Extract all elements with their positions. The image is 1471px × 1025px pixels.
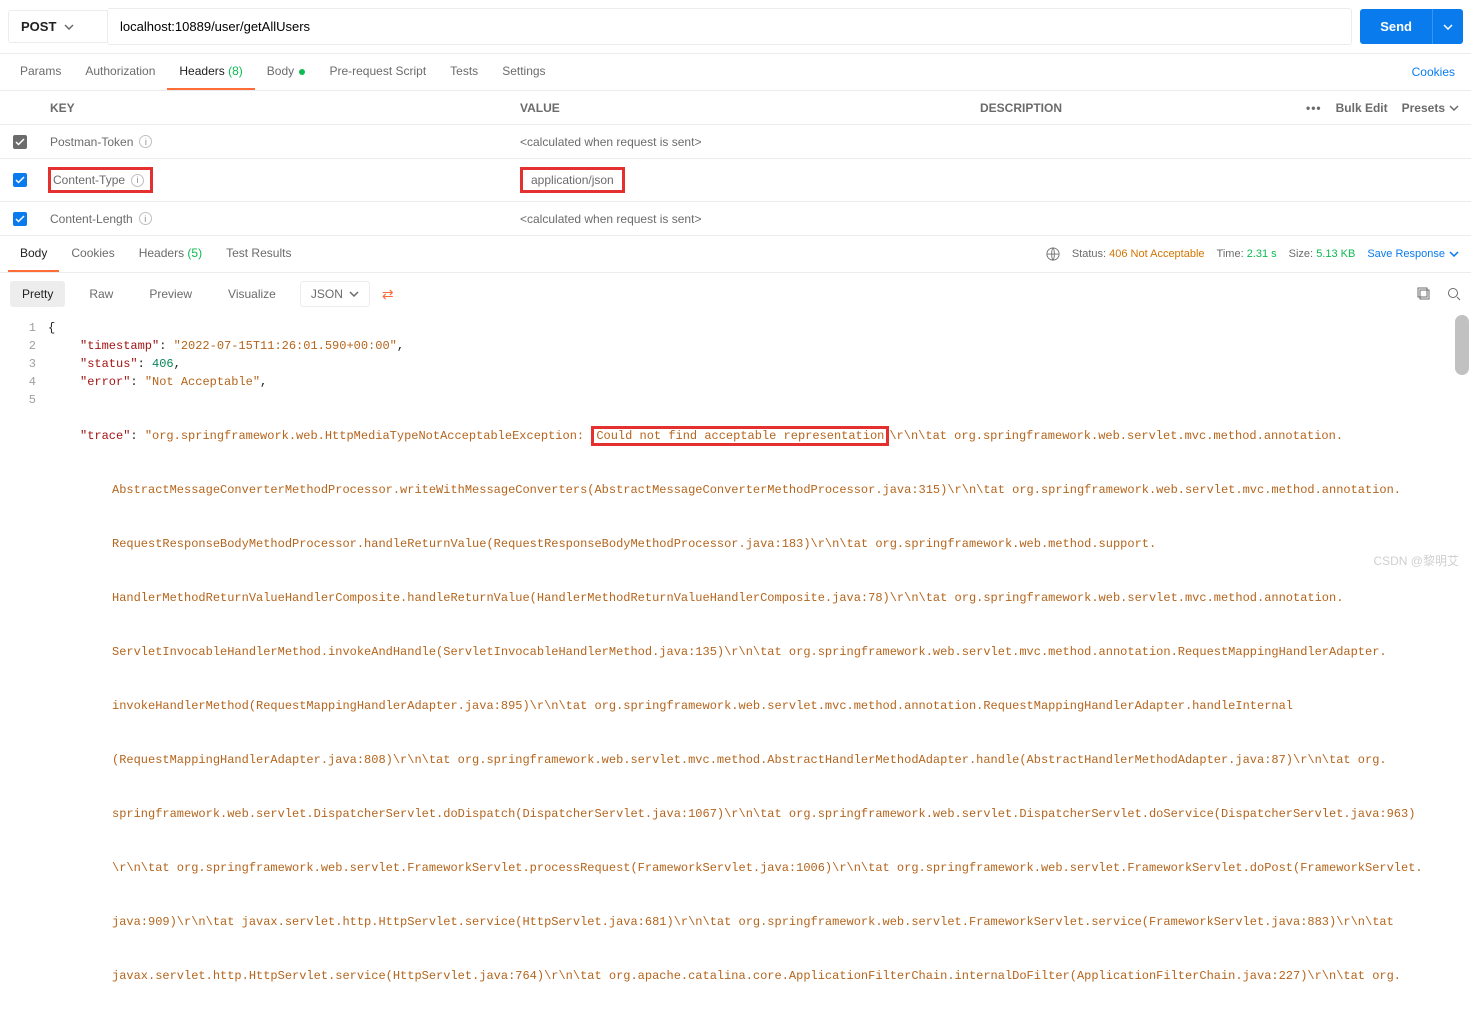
row-checkbox[interactable] — [13, 135, 27, 149]
response-view-bar: Pretty Raw Preview Visualize JSON ⇄ — [0, 273, 1471, 315]
response-tab-headers-label: Headers — [139, 246, 184, 260]
status-label: Status: — [1072, 248, 1106, 260]
presets-dropdown[interactable]: Presets — [1402, 101, 1459, 115]
response-tabs: Body Cookies Headers (5) Test Results St… — [0, 236, 1471, 273]
trace-highlight: Could not find acceptable representation — [591, 426, 889, 446]
col-value: VALUE — [510, 93, 970, 123]
header-value: application/json — [520, 167, 625, 193]
response-tab-headers[interactable]: Headers (5) — [127, 236, 214, 272]
http-method-value: POST — [21, 19, 56, 34]
copy-icon[interactable] — [1417, 287, 1431, 301]
response-tab-test-results[interactable]: Test Results — [214, 236, 303, 272]
table-row: Content-Type i application/json — [0, 159, 1471, 202]
presets-label: Presets — [1402, 101, 1445, 115]
scrollbar-thumb[interactable] — [1455, 315, 1469, 375]
save-response-label: Save Response — [1367, 248, 1445, 260]
table-row: Postman-Token i <calculated when request… — [0, 125, 1471, 159]
header-value-cell[interactable]: application/json — [510, 165, 970, 195]
size-label: Size: — [1289, 248, 1313, 260]
col-key: KEY — [40, 93, 510, 123]
line-gutter: 12345 — [0, 315, 48, 1025]
url-input[interactable] — [108, 8, 1352, 45]
tab-headers[interactable]: Headers (8) — [167, 54, 254, 90]
response-meta: Status: 406 Not Acceptable Time: 2.31 s … — [1046, 247, 1463, 261]
code-line: "trace": "org.springframework.web.HttpMe… — [48, 391, 1471, 1021]
watermark: CSDN @黎明艾 — [1373, 552, 1459, 569]
info-icon[interactable]: i — [139, 135, 152, 148]
row-checkbox[interactable] — [13, 212, 27, 226]
more-options-icon[interactable]: ••• — [1306, 101, 1322, 115]
response-headers-count: (5) — [187, 246, 202, 260]
header-value-cell[interactable]: <calculated when request is sent> — [510, 127, 970, 157]
code-line: { — [48, 319, 1471, 337]
tab-prerequest[interactable]: Pre-request Script — [317, 54, 438, 90]
body-modified-dot-icon — [299, 69, 305, 75]
cookies-link[interactable]: Cookies — [1404, 55, 1463, 89]
header-key-cell[interactable]: Postman-Token i — [40, 127, 510, 157]
tab-headers-count: (8) — [228, 64, 243, 78]
size-value: 5.13 KB — [1316, 248, 1355, 260]
vertical-scrollbar[interactable] — [1455, 315, 1469, 1025]
info-icon[interactable]: i — [139, 212, 152, 225]
chevron-down-icon — [1449, 251, 1459, 257]
http-method-select[interactable]: POST — [8, 10, 108, 43]
code-line: "status": 406, — [48, 355, 1471, 373]
response-body: 12345 { "timestamp": "2022-07-15T11:26:0… — [0, 315, 1471, 1025]
row-checkbox[interactable] — [13, 173, 27, 187]
send-button-dropdown[interactable] — [1432, 9, 1463, 44]
tab-authorization[interactable]: Authorization — [73, 54, 167, 90]
tab-tests[interactable]: Tests — [438, 54, 490, 90]
tab-body-label: Body — [267, 64, 294, 78]
chevron-down-icon — [349, 291, 359, 297]
view-raw[interactable]: Raw — [77, 281, 125, 307]
wrap-lines-icon[interactable]: ⇄ — [382, 286, 394, 303]
headers-table: KEY VALUE DESCRIPTION ••• Bulk Edit Pres… — [0, 91, 1471, 236]
tab-params[interactable]: Params — [8, 54, 73, 90]
header-key: Postman-Token — [50, 135, 133, 149]
view-visualize[interactable]: Visualize — [216, 281, 288, 307]
header-key-cell[interactable]: Content-Length i — [40, 204, 510, 234]
tab-body[interactable]: Body — [255, 54, 318, 90]
search-icon[interactable] — [1447, 287, 1461, 301]
request-tabs: Params Authorization Headers (8) Body Pr… — [0, 54, 1471, 91]
response-tab-cookies[interactable]: Cookies — [59, 236, 126, 272]
header-value-cell[interactable]: <calculated when request is sent> — [510, 204, 970, 234]
header-key: Content-Length — [50, 212, 133, 226]
time-label: Time: — [1217, 248, 1244, 260]
save-response-button[interactable]: Save Response — [1367, 248, 1459, 260]
code-line: "error": "Not Acceptable", — [48, 373, 1471, 391]
language-value: JSON — [311, 287, 343, 301]
send-button[interactable]: Send — [1360, 9, 1463, 44]
bulk-edit-button[interactable]: Bulk Edit — [1336, 101, 1388, 115]
table-row: Content-Length i <calculated when reques… — [0, 202, 1471, 236]
code-line: "timestamp": "2022-07-15T11:26:01.590+00… — [48, 337, 1471, 355]
tab-settings[interactable]: Settings — [490, 54, 557, 90]
code-content[interactable]: { "timestamp": "2022-07-15T11:26:01.590+… — [48, 315, 1471, 1025]
info-icon[interactable]: i — [131, 174, 144, 187]
chevron-down-icon — [1449, 105, 1459, 111]
col-description: DESCRIPTION — [970, 93, 1291, 123]
status-value: 406 Not Acceptable — [1109, 248, 1204, 260]
view-pretty[interactable]: Pretty — [10, 281, 65, 307]
chevron-down-icon — [64, 24, 74, 30]
view-preview[interactable]: Preview — [137, 281, 204, 307]
chevron-down-icon — [1443, 24, 1453, 30]
globe-icon[interactable] — [1046, 247, 1060, 261]
headers-table-header: KEY VALUE DESCRIPTION ••• Bulk Edit Pres… — [0, 91, 1471, 125]
tab-headers-label: Headers — [179, 64, 224, 78]
send-button-label: Send — [1360, 9, 1432, 44]
time-value: 2.31 s — [1247, 248, 1277, 260]
response-tab-body[interactable]: Body — [8, 236, 59, 272]
header-key: Content-Type — [53, 173, 125, 187]
request-url-bar: POST Send — [0, 0, 1471, 54]
language-select[interactable]: JSON — [300, 281, 370, 307]
header-key-cell[interactable]: Content-Type i — [40, 159, 510, 201]
